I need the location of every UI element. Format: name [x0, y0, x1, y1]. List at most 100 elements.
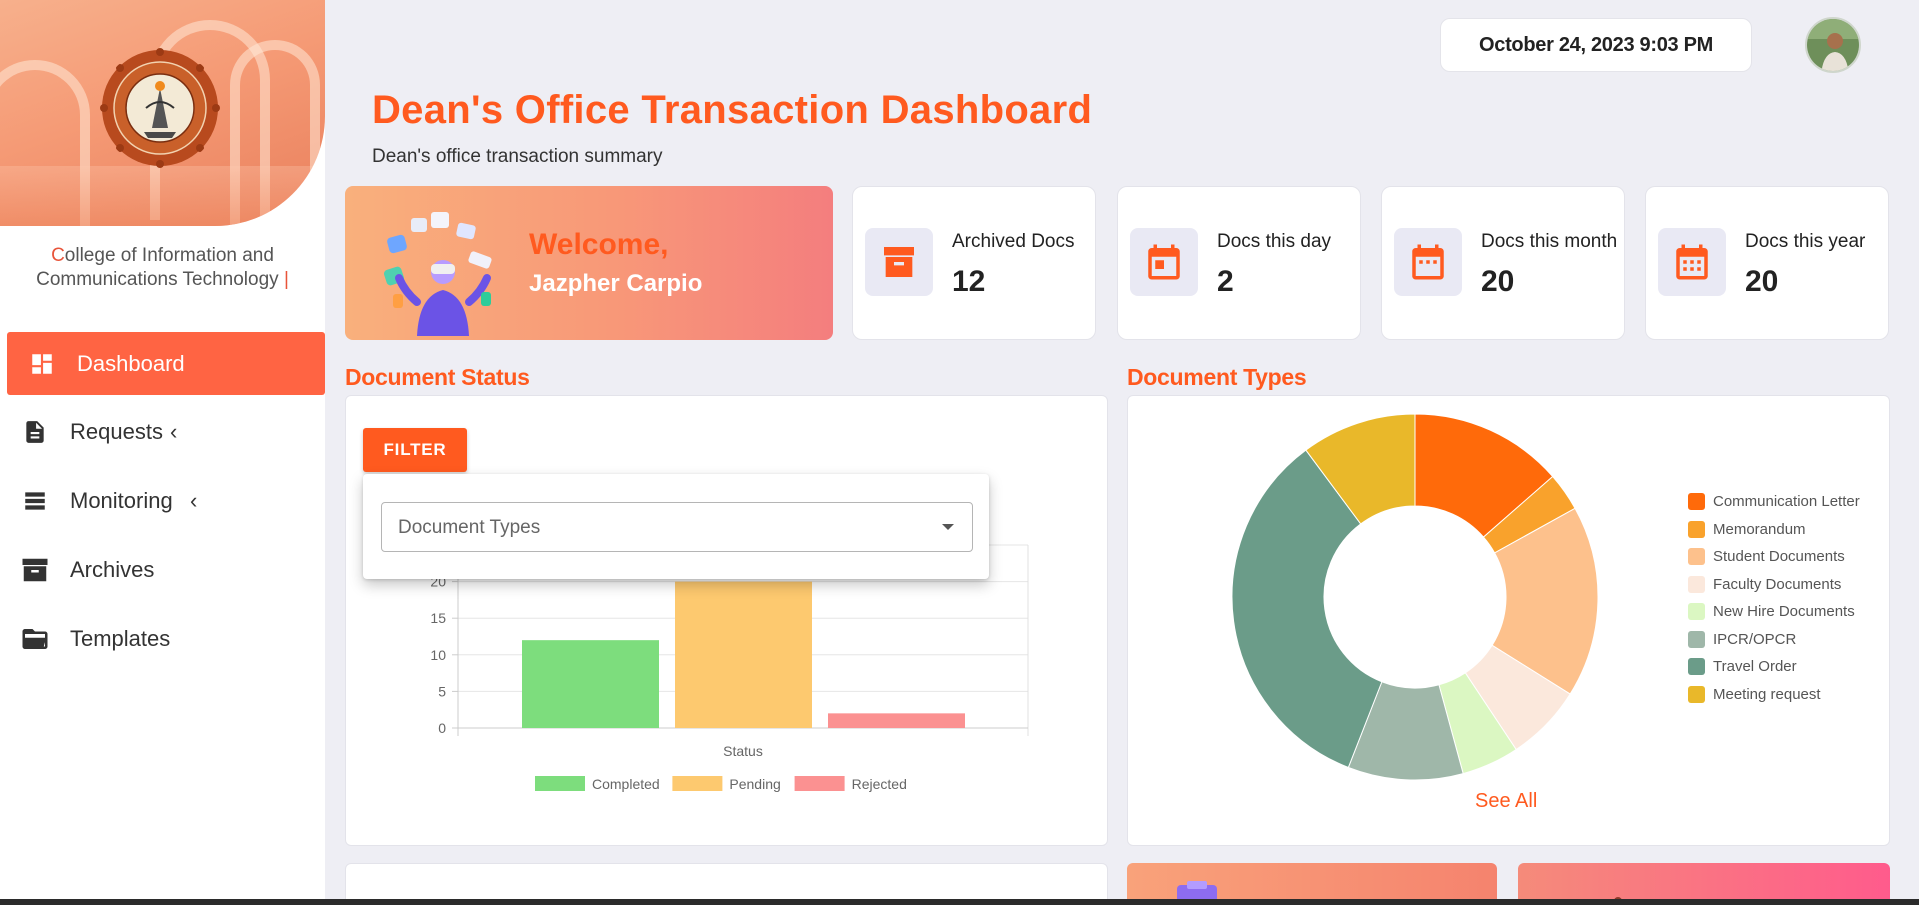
sidebar-item-label: Requests	[70, 419, 163, 444]
stat-value: 2	[1217, 265, 1234, 298]
stat-card-day: Docs this day 2	[1117, 186, 1361, 340]
legend-label: Pending	[729, 776, 780, 792]
dashboard-icon	[32, 353, 52, 374]
calendar-year-icon	[1676, 244, 1708, 280]
legend-swatch	[1688, 685, 1705, 703]
stat-icon-wrap	[865, 228, 933, 296]
page-title: Dean's Office Transaction Dashboard	[372, 88, 1093, 132]
page-subtitle: Dean's office transaction summary	[372, 146, 663, 167]
college-banner	[0, 0, 325, 226]
college-name-initial: C	[51, 245, 65, 266]
legend-swatch	[1688, 658, 1705, 676]
folder-open-icon	[22, 629, 48, 649]
select-placeholder: Document Types	[398, 517, 541, 538]
legend-swatch	[1688, 630, 1705, 648]
legend-item[interactable]: Travel Order	[1688, 653, 1860, 681]
legend-label: Travel Order	[1713, 658, 1797, 676]
college-name-line1: ollege of Information and	[64, 245, 274, 266]
sidebar-item-requests[interactable]: Requests ‹	[0, 400, 325, 464]
juggler-illustration-icon	[384, 212, 492, 336]
stat-label: Docs this year	[1745, 231, 1866, 252]
sidebar-item-templates[interactable]: Templates	[0, 607, 325, 671]
legend-swatch	[1688, 575, 1705, 593]
college-seal-icon	[100, 48, 220, 168]
legend-item[interactable]: New Hire Documents	[1688, 598, 1860, 626]
bar-completed[interactable]	[522, 640, 659, 728]
legend-item[interactable]: Memorandum	[1688, 516, 1860, 544]
stat-value: 20	[1481, 265, 1515, 298]
stat-icon-wrap	[1658, 228, 1726, 296]
legend-swatch	[1688, 548, 1705, 566]
stat-label: Docs this day	[1217, 231, 1332, 252]
calendar-day-icon	[1148, 244, 1180, 280]
legend-item[interactable]: Student Documents	[1688, 543, 1860, 571]
filter-button[interactable]: FILTER	[363, 428, 467, 472]
document-types-legend: Communication Letter Memorandum Student Do…	[1688, 488, 1860, 708]
typing-cursor: |	[283, 269, 289, 290]
legend-swatch	[1688, 520, 1705, 538]
stat-card-year: Docs this year 20	[1645, 186, 1889, 340]
y-tick-label: 5	[438, 683, 446, 699]
legend-swatch	[1688, 493, 1705, 511]
avatar[interactable]	[1805, 17, 1861, 73]
list-icon	[25, 492, 45, 510]
sidebar-item-label: Templates	[70, 626, 171, 651]
user-photo-icon	[1807, 19, 1859, 71]
sidebar-item-monitoring[interactable]: Monitoring ‹	[0, 469, 325, 533]
stat-label: Archived Docs	[952, 231, 1075, 252]
legend-item[interactable]: Faculty Documents	[1688, 571, 1860, 599]
stat-value: 12	[952, 265, 986, 298]
stat-icon-wrap	[1130, 228, 1198, 296]
sidebar-item-label: Archives	[70, 557, 155, 582]
archive-box-icon	[884, 247, 914, 277]
legend-item[interactable]: Meeting request	[1688, 681, 1860, 709]
welcome-card: Welcome, Jazpher Carpio	[345, 186, 833, 340]
chevron-left-icon: ‹	[190, 488, 198, 513]
legend-label: Rejected	[852, 776, 907, 792]
legend-label: Completed	[592, 776, 660, 792]
stat-icon-wrap	[1394, 228, 1462, 296]
welcome-greeting: Welcome,	[529, 228, 669, 261]
sidebar-item-archives[interactable]: Archives	[0, 538, 325, 602]
document-types-donut-chart	[1231, 413, 1599, 781]
bar-pending[interactable]	[675, 581, 812, 728]
legend-label: Meeting request	[1713, 685, 1821, 703]
legend-label: Communication Letter	[1713, 493, 1860, 511]
dropdown-caret-icon	[942, 524, 954, 530]
legend-item[interactable]: IPCR/OPCR	[1688, 626, 1860, 654]
archive-box-icon	[22, 558, 48, 582]
document-icon	[26, 421, 44, 443]
sidebar-item-label: Dashboard	[77, 350, 185, 376]
welcome-user-name: Jazpher Carpio	[529, 270, 703, 297]
legend-label: Student Documents	[1713, 548, 1845, 566]
sidebar-item-dashboard[interactable]: Dashboard	[7, 332, 325, 395]
calendar-month-icon	[1412, 244, 1444, 280]
bar-rejected[interactable]	[828, 713, 965, 728]
y-tick-label: 0	[438, 720, 446, 736]
legend-item[interactable]: Communication Letter	[1688, 488, 1860, 516]
see-all-link[interactable]: See All	[1475, 790, 1541, 813]
document-types-select[interactable]: Document Types	[381, 502, 973, 552]
legend-label: New Hire Documents	[1713, 603, 1855, 621]
stat-label: Docs this month	[1481, 231, 1618, 252]
document-status-heading: Document Status	[345, 364, 530, 390]
college-name: College of Information and Communication…	[0, 244, 325, 292]
stat-value: 20	[1745, 265, 1779, 298]
sidebar: College of Information and Communication…	[0, 0, 325, 905]
x-axis-label: Status	[723, 743, 763, 759]
document-types-heading: Document Types	[1127, 364, 1307, 390]
current-datetime: October 24, 2023 9:03 PM	[1440, 18, 1752, 72]
legend-swatch	[535, 776, 585, 791]
filter-popup: Document Types	[363, 474, 989, 579]
chevron-left-icon: ‹	[170, 419, 178, 444]
legend-swatch	[794, 776, 845, 791]
legend-label: Memorandum	[1713, 520, 1806, 538]
legend-swatch	[1688, 603, 1705, 621]
college-name-line2: Communications Technology	[36, 269, 279, 290]
y-tick-label: 10	[430, 647, 446, 663]
legend-swatch	[672, 776, 723, 791]
legend-label: Faculty Documents	[1713, 575, 1842, 593]
legend-label: IPCR/OPCR	[1713, 630, 1797, 648]
stat-card-archived: Archived Docs 12	[852, 186, 1096, 340]
bottom-edge-bar	[0, 899, 1919, 905]
